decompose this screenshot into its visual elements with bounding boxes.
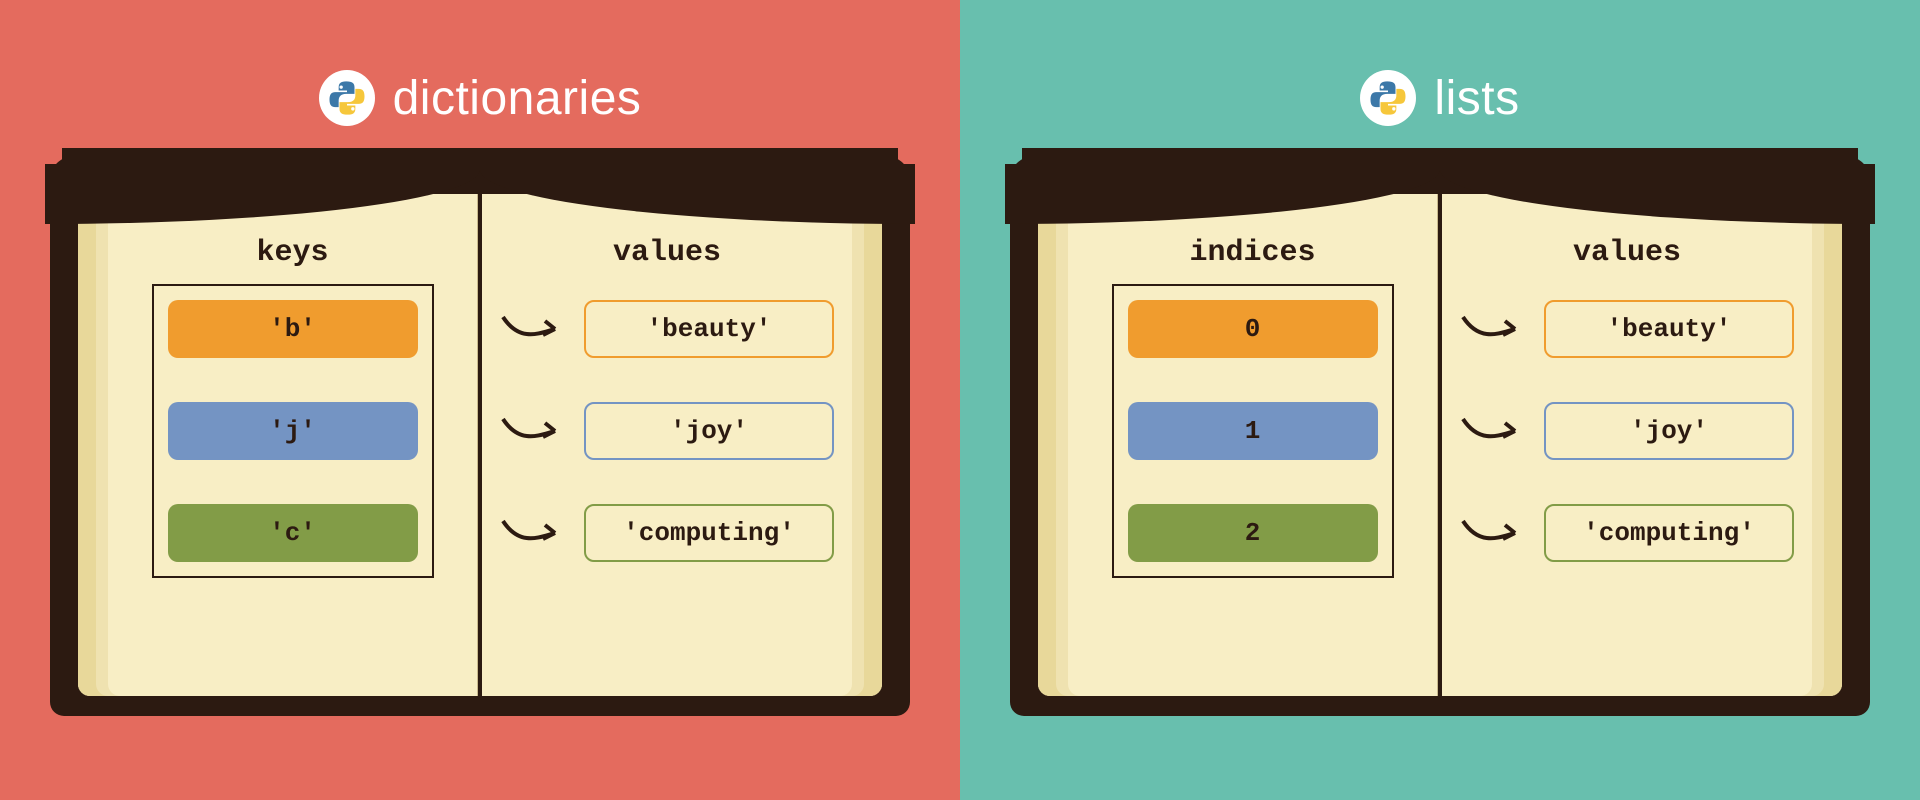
index-chip: 1	[1128, 402, 1378, 460]
indices-heading: indices	[1189, 236, 1315, 270]
values-heading: values	[613, 236, 721, 270]
values-heading: values	[1573, 236, 1681, 270]
python-logo-icon	[1360, 70, 1416, 126]
lists-panel: lists indices 0 1 2 values 'beauty'	[960, 0, 1920, 800]
value-chip: 'computing'	[584, 504, 834, 562]
keys-box: 'b' 'j' 'c'	[152, 284, 434, 578]
value-row: 'joy'	[1460, 402, 1794, 460]
keys-heading: keys	[256, 236, 328, 270]
arrow-icon	[1460, 309, 1530, 349]
value-chip: 'joy'	[1544, 402, 1794, 460]
index-chip: 2	[1128, 504, 1378, 562]
value-row: 'joy'	[500, 402, 834, 460]
arrow-icon	[500, 411, 570, 451]
value-row: 'computing'	[1460, 504, 1794, 562]
arrow-icon	[500, 309, 570, 349]
keys-page: keys 'b' 'j' 'c'	[78, 176, 478, 696]
lists-book: indices 0 1 2 values 'beauty'	[1010, 156, 1870, 716]
dictionaries-title: dictionaries	[393, 71, 642, 126]
value-chip: 'joy'	[584, 402, 834, 460]
dictionaries-title-row: dictionaries	[319, 70, 642, 126]
lists-title: lists	[1434, 71, 1519, 126]
values-page: values 'beauty' 'joy' 'computing'	[1442, 176, 1842, 696]
value-chip: 'beauty'	[584, 300, 834, 358]
value-row: 'beauty'	[1460, 300, 1794, 358]
value-row: 'computing'	[500, 504, 834, 562]
indices-page: indices 0 1 2	[1038, 176, 1438, 696]
value-row: 'beauty'	[500, 300, 834, 358]
dictionaries-book: keys 'b' 'j' 'c' values 'beauty'	[50, 156, 910, 716]
values-page: values 'beauty' 'joy' 'computing'	[482, 176, 882, 696]
dictionaries-panel: dictionaries keys 'b' 'j' 'c' values	[0, 0, 960, 800]
lists-title-row: lists	[1360, 70, 1519, 126]
indices-box: 0 1 2	[1112, 284, 1394, 578]
index-chip: 0	[1128, 300, 1378, 358]
arrow-icon	[500, 513, 570, 553]
value-chip: 'beauty'	[1544, 300, 1794, 358]
python-logo-icon	[319, 70, 375, 126]
key-chip: 'c'	[168, 504, 418, 562]
value-chip: 'computing'	[1544, 504, 1794, 562]
key-chip: 'b'	[168, 300, 418, 358]
arrow-icon	[1460, 411, 1530, 451]
key-chip: 'j'	[168, 402, 418, 460]
arrow-icon	[1460, 513, 1530, 553]
